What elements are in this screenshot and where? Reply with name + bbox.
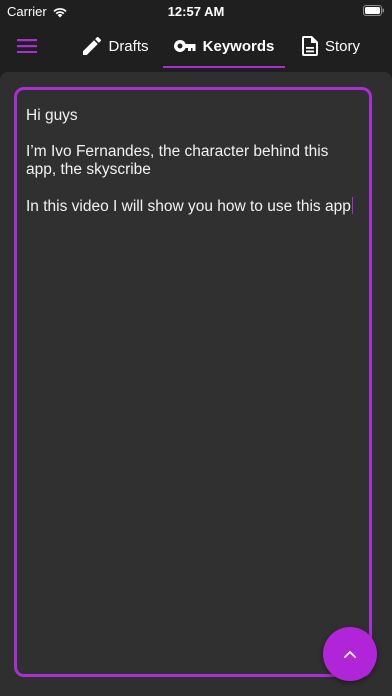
top-nav-bar: Drafts Keywords Story [0,22,392,72]
pencil-icon [83,37,102,55]
tab-drafts[interactable]: Drafts [74,22,158,70]
keywords-content: Hi guys I’m Ivo Fernandes, the character… [0,72,392,696]
editor-paragraph-2: I’m Ivo Fernandes, the character behind … [26,143,329,178]
key-icon [173,40,196,52]
document-icon [301,36,318,56]
tab-story-label: Story [324,37,360,55]
keywords-text-editor[interactable]: Hi guys I’m Ivo Fernandes, the character… [14,87,372,677]
status-bar: Carrier 12:57 AM [0,0,392,22]
status-time: 12:57 AM [167,4,225,19]
chevron-up-icon [344,651,356,658]
selected-tab-indicator [163,66,285,68]
battery-icon [363,5,384,16]
editor-paragraph-3: In this video I will show you how to use… [26,198,351,215]
editor-paragraph-3-wrapper: In this video I will show you how to use… [26,197,360,216]
scroll-up-button[interactable] [323,627,377,681]
tab-keywords[interactable]: Keywords [163,22,285,70]
text-caret [351,197,353,214]
menu-button[interactable] [12,32,42,60]
tab-story[interactable]: Story [294,22,368,70]
tab-keywords-label: Keywords [202,37,275,55]
hamburger-menu-icon [17,39,37,53]
editor-paragraph-1: Hi guys [26,107,78,124]
app-screen: Carrier 12:57 AM Drafts Keywords Story H… [0,0,392,696]
tab-drafts-label: Drafts [108,37,149,55]
